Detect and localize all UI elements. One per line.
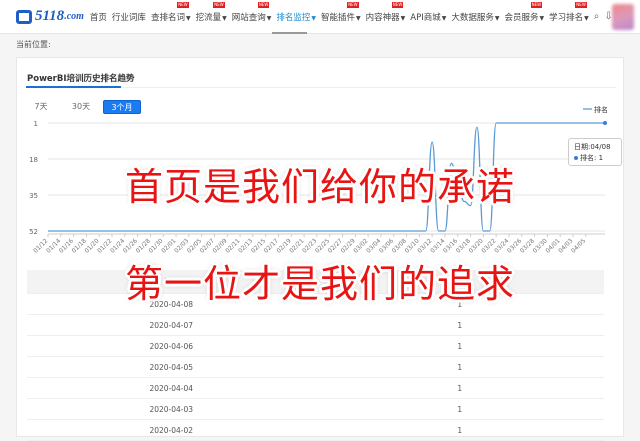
ranking-chart: 118355201/1201/1401/1601/1801/2001/2201/…	[29, 105, 608, 255]
table-header: 日期 排名	[27, 270, 604, 294]
table-cell: 1	[457, 342, 463, 351]
table-cell: 1	[457, 426, 463, 435]
tooltip-date: 日期:04/08	[574, 143, 611, 151]
y-tick-label: 35	[29, 192, 38, 200]
table-row: 2020-04-07 1	[27, 315, 604, 336]
y-tick-label: 52	[29, 228, 38, 236]
table-cell: 1	[457, 405, 463, 414]
table-cell: 2020-04-06	[149, 342, 194, 351]
chart-tooltip: 日期:04/08 排名: 1	[568, 138, 622, 166]
tooltip-value: 排名: 1	[580, 154, 604, 162]
table-cell: 2020-04-05	[149, 363, 194, 372]
column-header: 日期	[163, 277, 179, 286]
legend-label: 排名	[594, 105, 608, 114]
table-cell: 2020-04-03	[149, 405, 194, 414]
ranking-table: 日期 排名 2020-04-08 1 2020-04-07 1 2020-04-06 1 202…	[27, 270, 604, 441]
table-cell: 1	[457, 363, 463, 372]
table-row: 2020-04-04 1	[27, 378, 604, 399]
data-point	[603, 121, 607, 125]
table-cell: 1	[457, 384, 463, 393]
table-cell: 1	[457, 321, 463, 330]
table-row: 2020-04-03 1	[27, 399, 604, 420]
table-cell: 2020-04-04	[149, 384, 194, 393]
table-cell: 2020-04-02	[149, 426, 194, 435]
series-dot-icon	[574, 156, 578, 160]
column-header: 排名	[452, 277, 468, 286]
series-line	[48, 122, 605, 232]
table-row: 2020-04-08 1	[27, 294, 604, 315]
x-tick-label: 04/05	[570, 237, 587, 254]
table-row: 2020-04-05 1	[27, 357, 604, 378]
table-cell: 1	[457, 300, 463, 309]
table-row: 2020-04-06 1	[27, 336, 604, 357]
table-cell: 2020-04-07	[149, 321, 194, 330]
table-cell: 2020-04-08	[149, 300, 194, 309]
y-tick-label: 18	[29, 156, 38, 164]
table-row: 2020-04-02 1	[27, 420, 604, 441]
y-tick-label: 1	[34, 120, 38, 128]
